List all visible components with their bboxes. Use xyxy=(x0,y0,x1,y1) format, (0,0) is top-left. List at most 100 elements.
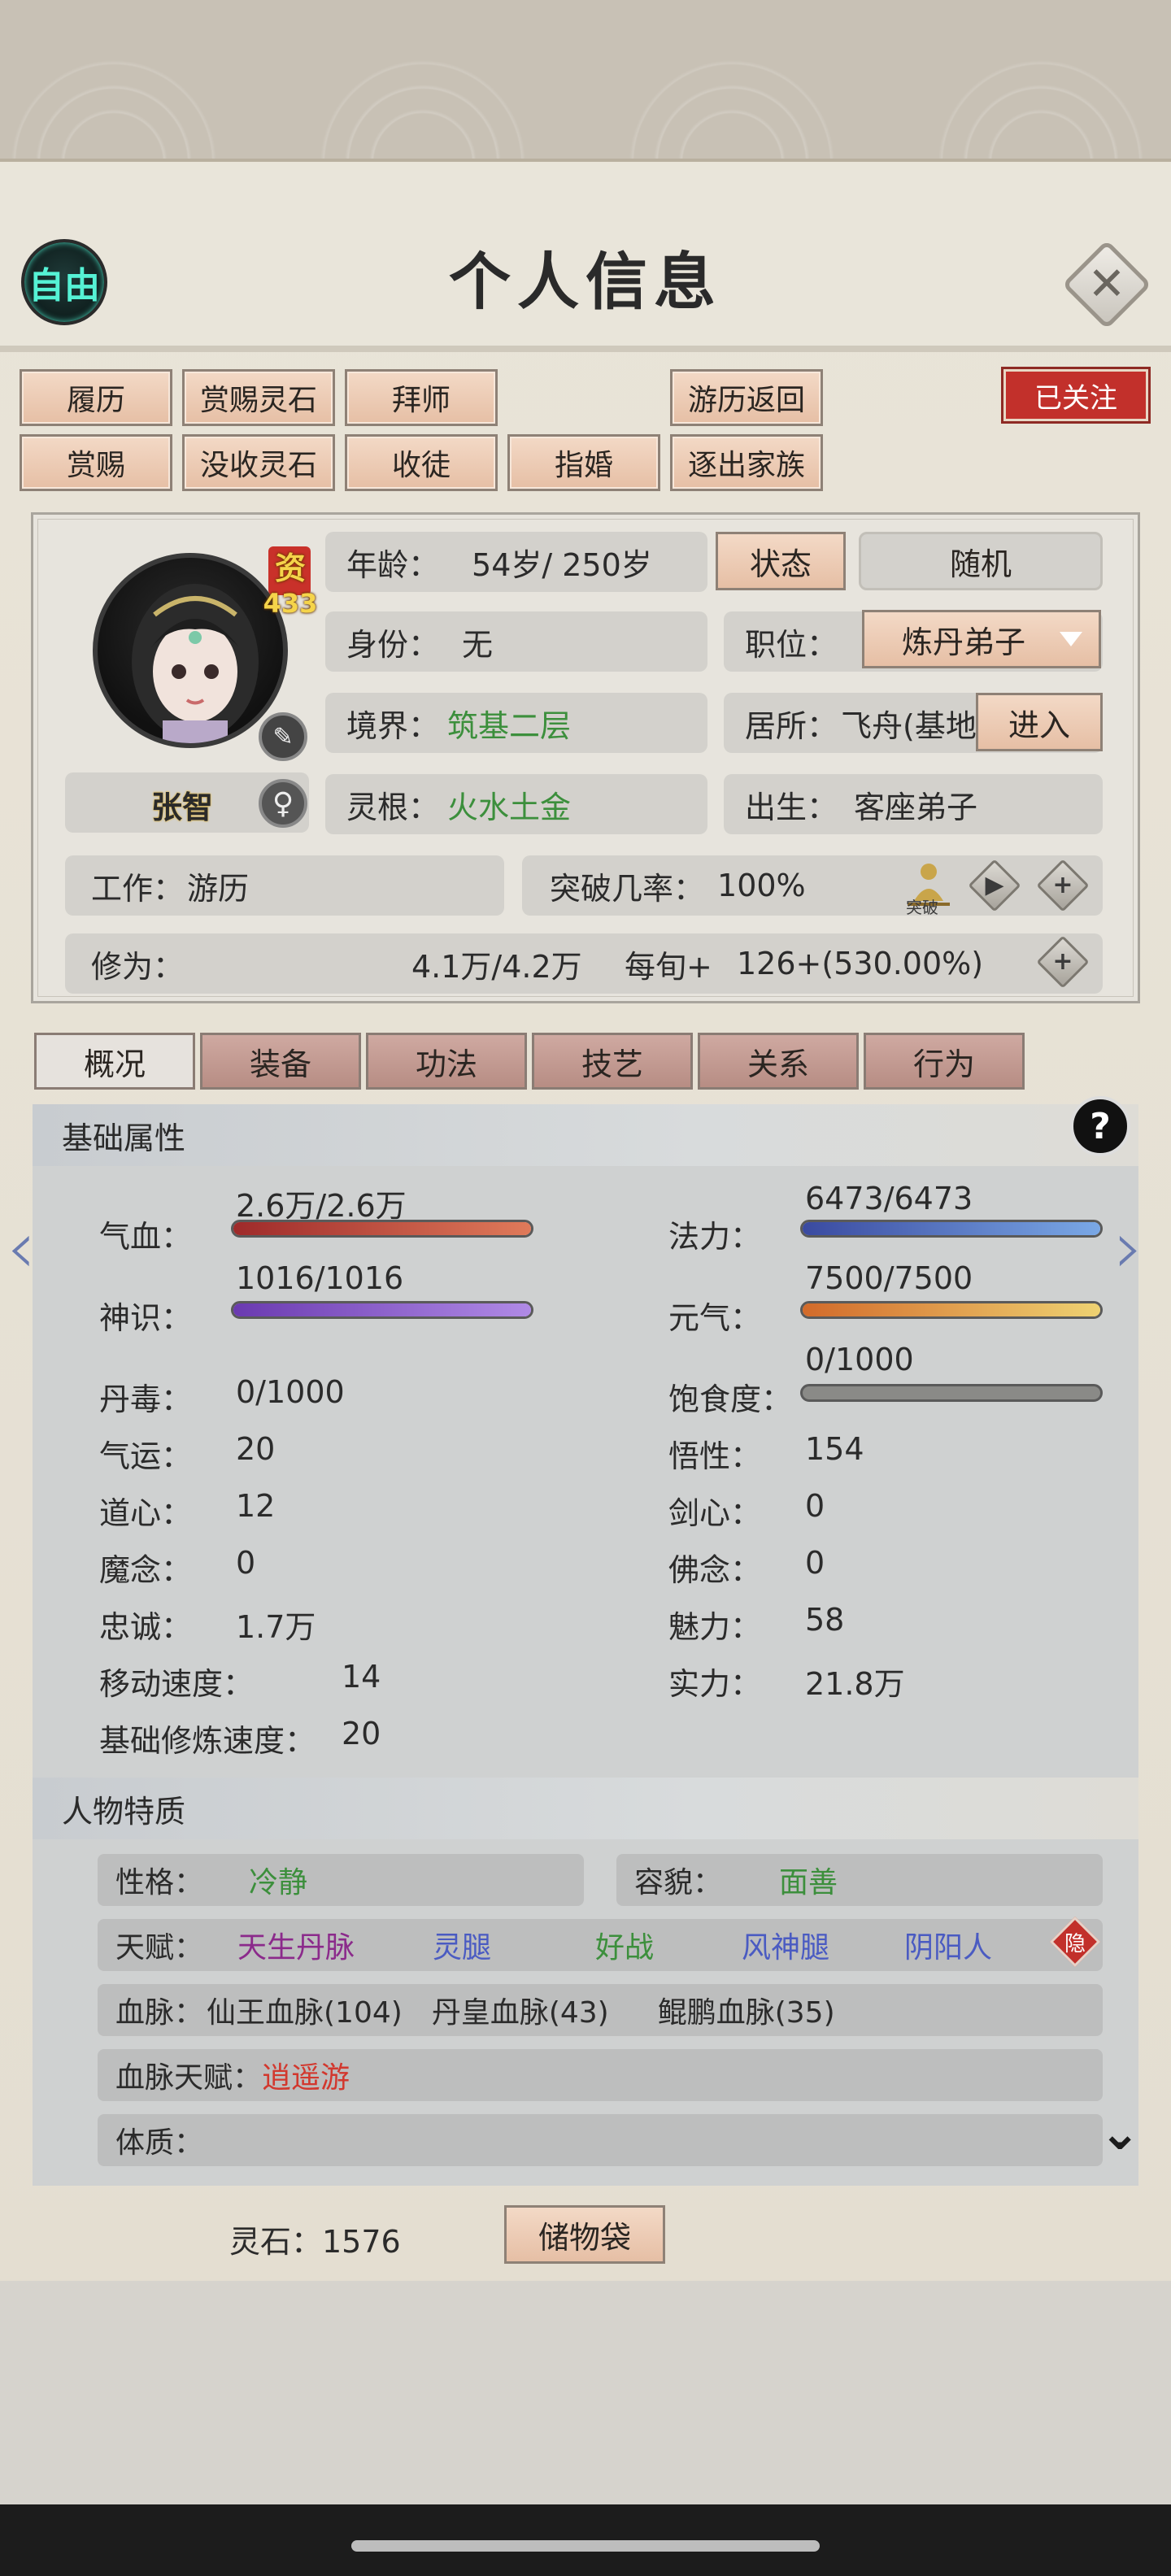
vitality-value: 7500/7500 xyxy=(805,1260,973,1296)
avatar-portrait xyxy=(93,553,288,748)
talent-item[interactable]: 阴阳人 xyxy=(904,1924,992,1966)
expel-from-clan-button[interactable]: 逐出家族 xyxy=(670,434,823,491)
personality-value: 冷静 xyxy=(249,1866,308,1899)
per-tick-label: 每旬+ xyxy=(625,948,712,985)
breakthrough-label: 突破几率： xyxy=(550,870,705,907)
storage-bag-button[interactable]: 储物袋 xyxy=(504,2205,665,2264)
buddha-thought-label: 佛念： xyxy=(668,1552,762,1588)
luck-label: 气运： xyxy=(99,1438,193,1474)
base-cultivation-speed-label: 基础修炼速度： xyxy=(99,1723,316,1759)
chevron-down-icon[interactable]: ⌄ xyxy=(1099,2104,1140,2161)
help-icon[interactable]: ? xyxy=(1070,1096,1130,1156)
bloodline-item: 鲲鹏血脉(35) xyxy=(657,1996,835,2030)
bloodline-talent-row: 血脉天赋： 逍遥游 xyxy=(98,2049,1103,2101)
take-disciple-button[interactable]: 收徒 xyxy=(345,434,498,491)
chevron-down-icon xyxy=(1060,632,1082,646)
work-value: 游历 xyxy=(187,870,250,907)
spirit-root-field: 灵根： 火水土金 xyxy=(325,774,707,834)
realm-field: 境界： 筑基二层 xyxy=(325,693,707,753)
page-title: 个人信息 xyxy=(449,246,722,318)
sword-heart-label: 剑心： xyxy=(668,1495,762,1531)
random-button[interactable]: 随机 xyxy=(859,532,1103,590)
hp-value: 2.6万/2.6万 xyxy=(236,1188,407,1224)
aptitude-badge: 资 433 xyxy=(262,543,319,624)
home-indicator[interactable] xyxy=(351,2540,820,2552)
personality-row: 性格： 冷静 xyxy=(98,1854,584,1906)
breakthrough-icon-label: 突破 xyxy=(906,898,938,917)
spirit-sense-label: 神识： xyxy=(99,1300,193,1336)
pill-poison-label: 丹毒： xyxy=(99,1382,193,1417)
luck-value: 20 xyxy=(236,1431,276,1467)
realm-value: 筑基二层 xyxy=(447,707,572,744)
cultivation-label: 修为： xyxy=(91,948,185,985)
return-from-travel-button[interactable]: 游历返回 xyxy=(670,369,823,426)
status-button[interactable]: 状态 xyxy=(716,532,846,590)
cultivation-add-button[interactable]: + xyxy=(1036,935,1090,989)
talent-row: 天赋： 天生丹脉 灵腿 好战 风神腿 阴阳人 xyxy=(98,1919,1103,1971)
apprentice-to-master-button[interactable]: 拜师 xyxy=(345,369,498,426)
edit-brush-icon[interactable]: ✎ xyxy=(259,712,307,761)
history-button[interactable]: 履历 xyxy=(20,369,172,426)
talent-item[interactable]: 好战 xyxy=(595,1924,654,1966)
spirit-sense-bar-fill xyxy=(233,1303,531,1316)
female-gender-icon: ♀ xyxy=(259,779,307,828)
work-label: 工作： xyxy=(91,870,185,907)
followed-badge[interactable]: 已关注 xyxy=(1001,367,1151,424)
age-label: 年龄： xyxy=(346,546,440,583)
next-arrow-icon[interactable]: › xyxy=(1114,1212,1143,1285)
spirit-sense-value: 1016/1016 xyxy=(236,1260,404,1296)
hp-bar-fill xyxy=(233,1222,531,1235)
tab-techniques[interactable]: 功法 xyxy=(366,1033,527,1090)
tab-behavior[interactable]: 行为 xyxy=(864,1033,1025,1090)
personality-label: 性格： xyxy=(115,1866,204,1899)
sword-heart-value: 0 xyxy=(805,1488,825,1524)
talent-item[interactable]: 风神腿 xyxy=(742,1924,829,1966)
play-button[interactable]: ▶ xyxy=(968,859,1021,912)
basic-attributes-title: 基础属性 xyxy=(62,1120,186,1156)
position-value: 炼丹弟子 xyxy=(902,624,1026,660)
loyalty-label: 忠诚： xyxy=(99,1609,193,1645)
position-dropdown[interactable]: 炼丹弟子 xyxy=(862,610,1101,668)
dao-heart-label: 道心： xyxy=(99,1495,193,1531)
free-mode-badge[interactable]: 自由 xyxy=(21,239,107,325)
hide-toggle[interactable]: 隐 xyxy=(1049,1916,1101,1968)
character-traits-title: 人物特质 xyxy=(62,1793,186,1830)
bloodline-item: 仙王血脉(104) xyxy=(207,1996,403,2030)
cultivation-value: 4.1万/4.2万 xyxy=(411,948,582,985)
bloodline-row: 血脉： 仙王血脉(104) 丹皇血脉(43) 鲲鹏血脉(35) xyxy=(98,1984,1103,2036)
per-tick-value: 126+(530.00%) xyxy=(737,946,984,981)
spirit-stone-count: 灵石：1576 xyxy=(229,2224,401,2260)
talent-item[interactable]: 天生丹脉 xyxy=(237,1924,355,1966)
breakthrough-add-button[interactable]: + xyxy=(1036,859,1090,912)
tab-equipment[interactable]: 装备 xyxy=(200,1033,361,1090)
play-icon: ▶ xyxy=(985,871,1004,899)
base-cultivation-speed-value: 20 xyxy=(342,1716,381,1751)
character-name[interactable]: 张智 xyxy=(151,782,213,827)
arrange-marriage-button[interactable]: 指婚 xyxy=(507,434,660,491)
confiscate-spirit-stone-button[interactable]: 没收灵石 xyxy=(182,434,335,491)
age-field: 年龄： 54岁/ 250岁 xyxy=(325,532,707,592)
previous-arrow-icon[interactable]: ‹ xyxy=(7,1212,36,1285)
tab-relations[interactable]: 关系 xyxy=(698,1033,859,1090)
physique-row: 体质： xyxy=(98,2114,1103,2166)
birth-field: 出生： 客座弟子 xyxy=(724,774,1103,834)
appearance-value: 面善 xyxy=(779,1866,838,1899)
move-speed-value: 14 xyxy=(342,1659,381,1695)
identity-label: 身份： xyxy=(346,626,440,663)
tab-overview[interactable]: 概况 xyxy=(34,1033,195,1090)
spirit-root-value: 火水土金 xyxy=(447,789,572,825)
work-field: 工作： 游历 xyxy=(65,855,504,916)
reward-spirit-stone-button[interactable]: 赏赐灵石 xyxy=(182,369,335,426)
enter-button[interactable]: 进入 xyxy=(976,693,1103,751)
loyalty-value: 1.7万 xyxy=(236,1609,316,1645)
satiety-bar xyxy=(800,1384,1103,1402)
talent-item[interactable]: 灵腿 xyxy=(433,1924,491,1966)
tab-skills[interactable]: 技艺 xyxy=(532,1033,693,1090)
hide-label: 隐 xyxy=(1064,1931,1086,1956)
close-button[interactable]: ✕ xyxy=(1061,239,1152,330)
buddha-thought-value: 0 xyxy=(805,1545,825,1581)
reward-button[interactable]: 赏赐 xyxy=(20,434,172,491)
dao-heart-value: 12 xyxy=(236,1488,276,1524)
bloodline-talent-label: 血脉天赋： xyxy=(115,2061,263,2095)
breakthrough-icon[interactable]: 突破 xyxy=(898,855,960,917)
